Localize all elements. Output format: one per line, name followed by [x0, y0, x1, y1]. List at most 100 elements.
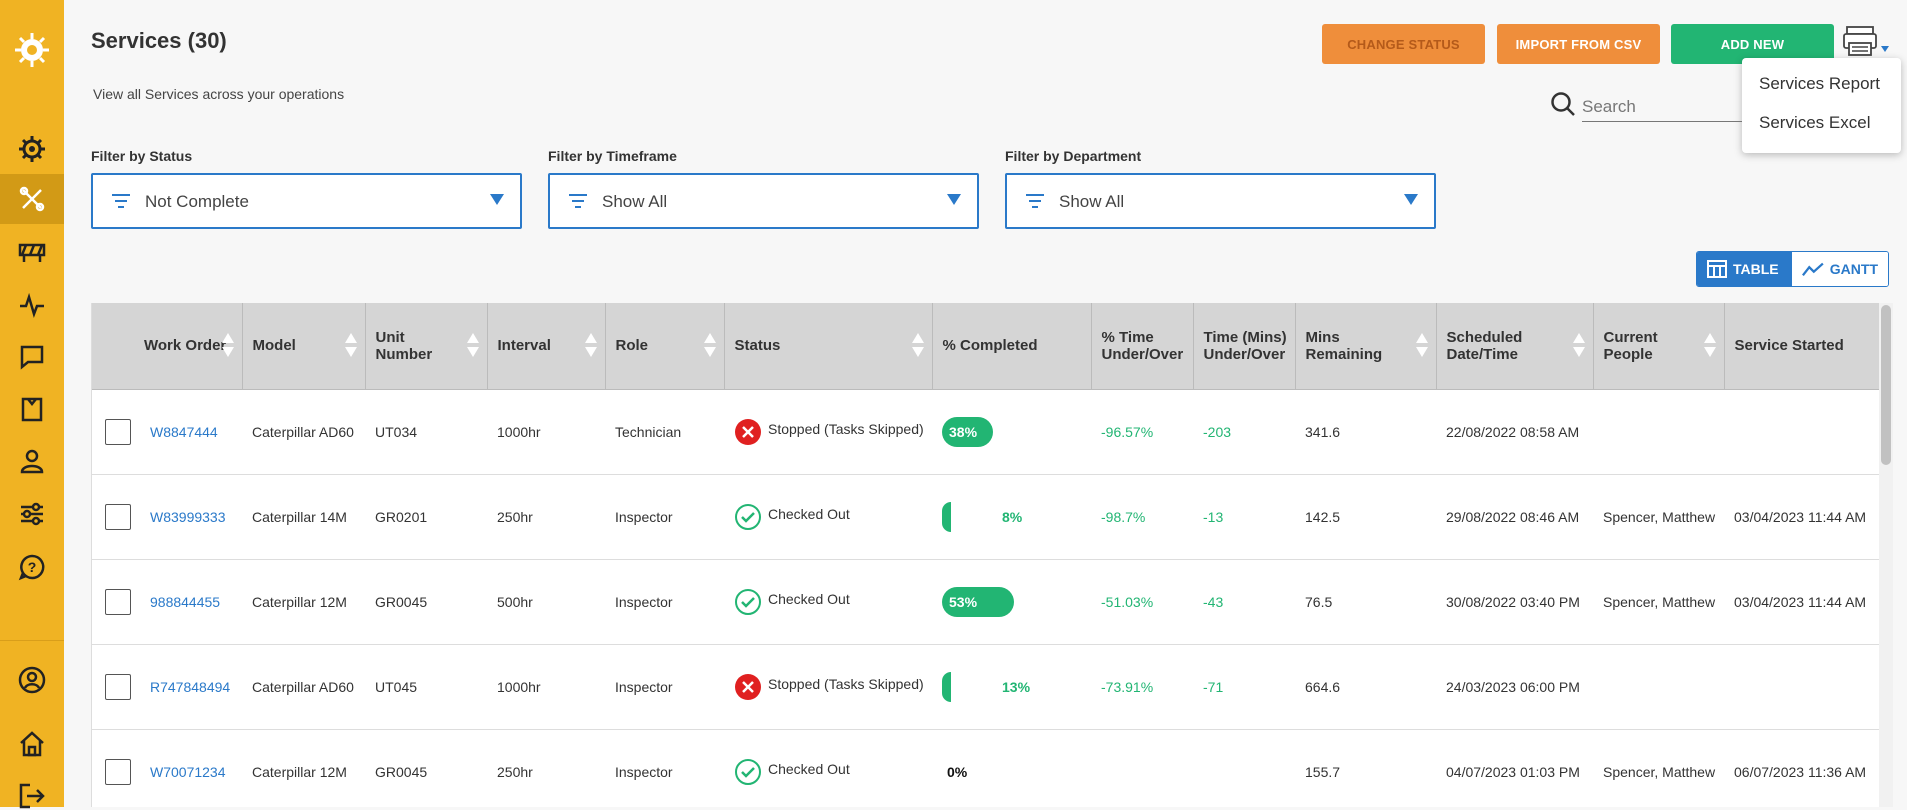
- column-header-status[interactable]: Status: [724, 303, 933, 390]
- unit-cell: GR0045: [365, 559, 487, 645]
- column-header-current-people[interactable]: Current People: [1593, 303, 1725, 390]
- sidebar-item-services[interactable]: [18, 185, 46, 213]
- sidebar-item-profile[interactable]: [18, 666, 46, 694]
- table-row[interactable]: W8847444 Caterpillar AD60 UT034 1000hr Techn…: [92, 389, 1879, 475]
- tools-icon: [19, 186, 45, 212]
- model-cell: Caterpillar AD60: [242, 644, 365, 730]
- pct-completed-cell: 8%: [932, 474, 1091, 560]
- time-mins-cell: -13: [1193, 474, 1295, 560]
- work-order-link[interactable]: R747848494: [150, 679, 230, 695]
- sidebar-item-messages[interactable]: [18, 343, 46, 371]
- printer-icon: [1843, 26, 1889, 56]
- column-header-unit-number[interactable]: Unit Number: [365, 303, 488, 390]
- pct-time-cell: -96.57%: [1091, 389, 1193, 475]
- scrollbar-thumb[interactable]: [1881, 305, 1891, 465]
- time-mins-cell: [1193, 729, 1295, 807]
- filter-status-label: Filter by Status: [91, 148, 193, 164]
- filter-icon: [112, 194, 130, 208]
- row-checkbox[interactable]: [105, 503, 131, 530]
- progress-label: 53%: [949, 593, 978, 610]
- scheduled-cell: 24/03/2023 06:00 PM: [1436, 644, 1593, 730]
- sort-icon: [1415, 333, 1428, 357]
- column-header-service-started[interactable]: Service Started: [1724, 303, 1879, 390]
- sidebar-item-users[interactable]: [18, 447, 46, 475]
- unit-cell: GR0201: [365, 474, 487, 560]
- menu-item-services-report[interactable]: Services Report: [1759, 74, 1880, 94]
- account-circle-icon: [18, 666, 46, 694]
- status-cell: Checked Out: [724, 559, 932, 645]
- filter-icon: [569, 194, 587, 208]
- column-header-pct-completed[interactable]: % Completed: [932, 303, 1092, 390]
- print-menu-button[interactable]: [1843, 24, 1891, 58]
- table-row[interactable]: W83999333 Caterpillar 14M GR0201 250hr Inspe…: [92, 474, 1879, 560]
- role-cell: Inspector: [605, 729, 724, 807]
- work-order-link[interactable]: 988844455: [150, 594, 220, 610]
- sidebar-item-settings[interactable]: [18, 500, 46, 528]
- sort-icon: [344, 333, 357, 357]
- gantt-view-button[interactable]: GANTT: [1792, 252, 1888, 286]
- column-header-interval[interactable]: Interval: [487, 303, 606, 390]
- row-select-cell: 988844455: [92, 559, 242, 645]
- row-checkbox[interactable]: [105, 673, 131, 700]
- service-started-cell: 06/07/2023 11:36 AM: [1724, 729, 1879, 807]
- x-circle-icon: [735, 418, 761, 445]
- pct-completed-cell: 0%: [932, 729, 1091, 807]
- change-status-button[interactable]: CHANGE STATUS: [1322, 24, 1485, 64]
- column-header-role[interactable]: Role: [605, 303, 725, 390]
- row-checkbox[interactable]: [105, 758, 131, 785]
- unit-cell: UT034: [365, 389, 487, 475]
- role-cell: Inspector: [605, 559, 724, 645]
- home-icon: [20, 731, 44, 757]
- sidebar-item-help[interactable]: ?: [18, 553, 46, 581]
- progress-fill: [942, 671, 951, 702]
- row-checkbox[interactable]: [105, 418, 131, 445]
- work-order-link[interactable]: W70071234: [150, 764, 226, 780]
- check-circle-icon: [735, 503, 761, 530]
- table-row[interactable]: 988844455 Caterpillar 12M GR0045 500hr Inspe…: [92, 559, 1879, 645]
- column-header-pct-time[interactable]: % Time Under/Over: [1091, 303, 1194, 390]
- sliders-icon: [21, 502, 43, 526]
- filter-department-select[interactable]: Show All: [1005, 173, 1436, 229]
- filter-timeframe-label: Filter by Timeframe: [548, 148, 677, 164]
- import-csv-button[interactable]: IMPORT FROM CSV: [1497, 24, 1660, 64]
- interval-cell: 500hr: [487, 559, 605, 645]
- work-order-link[interactable]: W8847444: [150, 424, 218, 440]
- column-header-work-order[interactable]: Work Order: [92, 303, 243, 390]
- page-subtitle: View all Services across your operations: [93, 86, 345, 102]
- scheduled-cell: 30/08/2022 03:40 PM: [1436, 559, 1593, 645]
- filter-status-select[interactable]: Not Complete: [91, 173, 522, 229]
- sidebar-item-clipboard[interactable]: [18, 395, 46, 423]
- service-started-cell: [1724, 389, 1879, 475]
- table-row[interactable]: R747848494 Caterpillar AD60 UT045 1000hr Ins…: [92, 644, 1879, 730]
- sort-icon: [703, 333, 716, 357]
- barrier-icon: [18, 243, 46, 262]
- status-text: Checked Out: [768, 590, 850, 607]
- model-cell: Caterpillar 12M: [242, 729, 365, 807]
- column-header-model[interactable]: Model: [242, 303, 366, 390]
- work-order-link[interactable]: W83999333: [150, 509, 226, 525]
- search-input[interactable]: [1582, 92, 1742, 122]
- current-people-cell: Spencer, Matthew: [1593, 559, 1724, 645]
- table-icon: [1707, 260, 1727, 278]
- table-view-button[interactable]: TABLE: [1697, 252, 1792, 286]
- caret-down-icon: [490, 194, 504, 205]
- filter-timeframe-select[interactable]: Show All: [548, 173, 979, 229]
- column-header-time-mins[interactable]: Time (Mins) Under/Over: [1193, 303, 1296, 390]
- sidebar-item-home[interactable]: [18, 730, 46, 758]
- scheduled-cell: 04/07/2023 01:03 PM: [1436, 729, 1593, 807]
- sidebar-item-logout[interactable]: [18, 782, 46, 810]
- sidebar-item-gear[interactable]: [18, 135, 46, 163]
- sidebar-item-barrier[interactable]: [18, 238, 46, 266]
- status-text: Checked Out: [768, 505, 850, 522]
- column-header-mins-remaining[interactable]: Mins Remaining: [1295, 303, 1437, 390]
- trend-line-icon: [1802, 262, 1824, 277]
- service-started-cell: 03/04/2023 11:44 AM: [1724, 474, 1879, 560]
- table-scrollbar[interactable]: [1879, 303, 1893, 807]
- table-row[interactable]: W70071234 Caterpillar 12M GR0045 250hr Inspe…: [92, 729, 1879, 807]
- menu-item-services-excel[interactable]: Services Excel: [1759, 113, 1870, 133]
- scheduled-cell: 29/08/2022 08:46 AM: [1436, 474, 1593, 560]
- row-checkbox[interactable]: [105, 588, 131, 615]
- column-header-scheduled[interactable]: Scheduled Date/Time: [1436, 303, 1594, 390]
- sidebar-item-activity[interactable]: [18, 291, 46, 319]
- view-toggle: TABLE GANTT: [1696, 251, 1889, 287]
